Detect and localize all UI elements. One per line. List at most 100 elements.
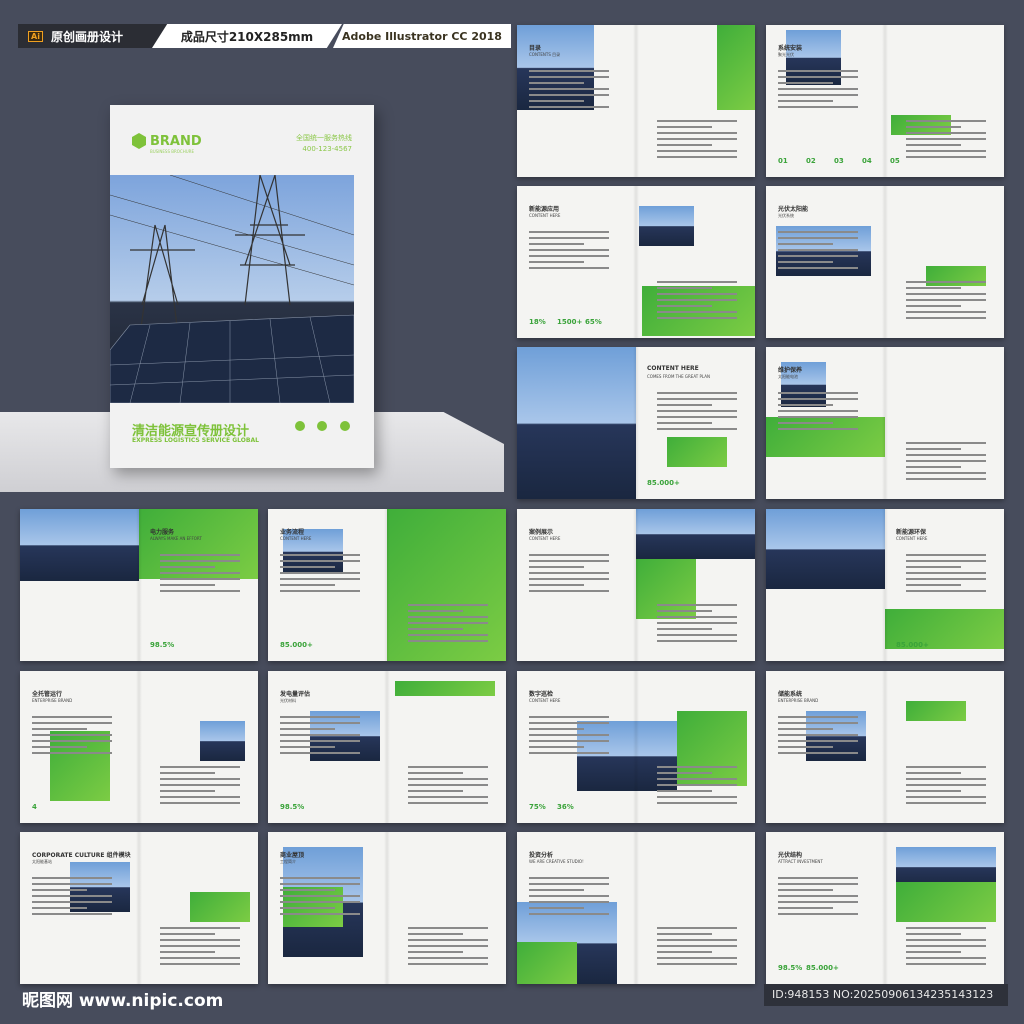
text-line <box>280 895 360 897</box>
text-line <box>657 796 737 798</box>
stat-value: 02 <box>806 157 816 165</box>
text-line <box>778 716 858 718</box>
green-block <box>667 437 727 467</box>
text-line <box>906 132 986 134</box>
text-line <box>529 261 584 263</box>
text-line <box>906 963 986 965</box>
text-line <box>778 231 858 233</box>
text-line <box>778 901 858 903</box>
text-line <box>529 877 609 879</box>
location-icon <box>340 421 350 431</box>
text-line <box>778 106 858 108</box>
text-line <box>657 945 737 947</box>
text-line <box>657 628 712 630</box>
spread-subtitle: 光伏系统 <box>778 213 794 218</box>
text-line <box>778 88 858 90</box>
text-line <box>32 913 112 915</box>
text-line <box>32 728 87 730</box>
text-line <box>280 716 360 718</box>
text-line <box>906 578 986 580</box>
text-line <box>160 802 240 804</box>
text-line <box>778 267 858 269</box>
text-line <box>906 945 986 947</box>
phone-icon <box>295 421 305 431</box>
brochure-spread: 商业屋顶 工程简介 <box>268 832 506 984</box>
text-line <box>778 249 858 251</box>
cover-subtitle: EXPRESS LOGISTICS SERVICE GLOBAL <box>132 437 259 444</box>
text-line <box>529 76 609 78</box>
design-label: Ai 原创画册设计 <box>18 24 178 48</box>
text-line <box>906 299 986 301</box>
spread-photo <box>577 721 677 791</box>
spread-subtitle: ENTERPRISE BRAND <box>32 698 73 703</box>
text-line <box>408 790 463 792</box>
text-line <box>778 237 858 239</box>
spread-photo <box>636 509 755 559</box>
text-line <box>408 628 463 630</box>
stat-value: 98.5% <box>778 964 803 972</box>
text-line <box>778 82 833 84</box>
brochure-spread: 全托管运行 ENTERPRISE BRAND 4 <box>20 671 258 823</box>
text-line <box>906 478 986 480</box>
text-line <box>32 716 112 718</box>
text-line <box>160 790 215 792</box>
text-line <box>657 144 712 146</box>
text-line <box>906 311 986 313</box>
text-line <box>280 746 335 748</box>
text-line <box>529 94 609 96</box>
text-line <box>160 554 240 556</box>
text-line <box>906 138 986 140</box>
text-line <box>529 889 584 891</box>
text-line <box>408 796 488 798</box>
spread-title: 商业屋顶 <box>280 852 305 859</box>
text-line <box>529 572 609 574</box>
text-line <box>529 237 609 239</box>
text-line <box>906 590 986 592</box>
text-line <box>280 913 360 915</box>
text-line <box>778 746 833 748</box>
brochure-spread: 投资分析 WE ARE CREATIVE STUDIO! <box>517 832 755 984</box>
text-line <box>160 939 240 941</box>
spread-subtitle: ENTERPRISE BRAND <box>778 698 819 703</box>
text-line <box>906 772 961 774</box>
brochure-spread: 新能源环保 CONTENT HERE 85.000+ <box>766 509 1004 661</box>
text-line <box>778 243 833 245</box>
text-line <box>657 416 737 418</box>
text-line <box>160 590 240 592</box>
text-line <box>778 70 858 72</box>
text-line <box>657 305 712 307</box>
text-line <box>778 889 833 891</box>
text-line <box>906 572 986 574</box>
text-line <box>408 610 463 612</box>
text-line <box>778 94 858 96</box>
header-label: 原创画册设计 <box>50 29 123 44</box>
text-line <box>280 740 360 742</box>
text-line <box>657 299 737 301</box>
green-block <box>387 509 506 661</box>
brochure-spread: 发电量评估 光伏材料 98.5% <box>268 671 506 823</box>
text-line <box>160 772 215 774</box>
text-line <box>657 610 712 612</box>
text-line <box>529 243 584 245</box>
text-line <box>906 951 961 953</box>
text-line <box>657 398 737 400</box>
text-line <box>906 933 961 935</box>
stat-value: 65% <box>585 318 602 326</box>
text-line <box>657 784 737 786</box>
text-line <box>160 963 240 965</box>
stat-value: 75% <box>529 803 546 811</box>
text-line <box>160 778 240 780</box>
text-line <box>906 784 986 786</box>
text-line <box>657 933 712 935</box>
text-line <box>657 766 737 768</box>
text-line <box>529 267 609 269</box>
hexagon-icon <box>132 133 146 149</box>
text-line <box>657 951 712 953</box>
brochure-spread: 案例展示 CONTENT HERE <box>517 509 755 661</box>
text-line <box>657 126 712 128</box>
text-line <box>529 907 584 909</box>
spread-subtitle: CONTENT HERE <box>529 698 561 703</box>
text-line <box>32 877 112 879</box>
text-line <box>280 566 335 568</box>
spread-title: 投资分析 <box>529 852 554 859</box>
